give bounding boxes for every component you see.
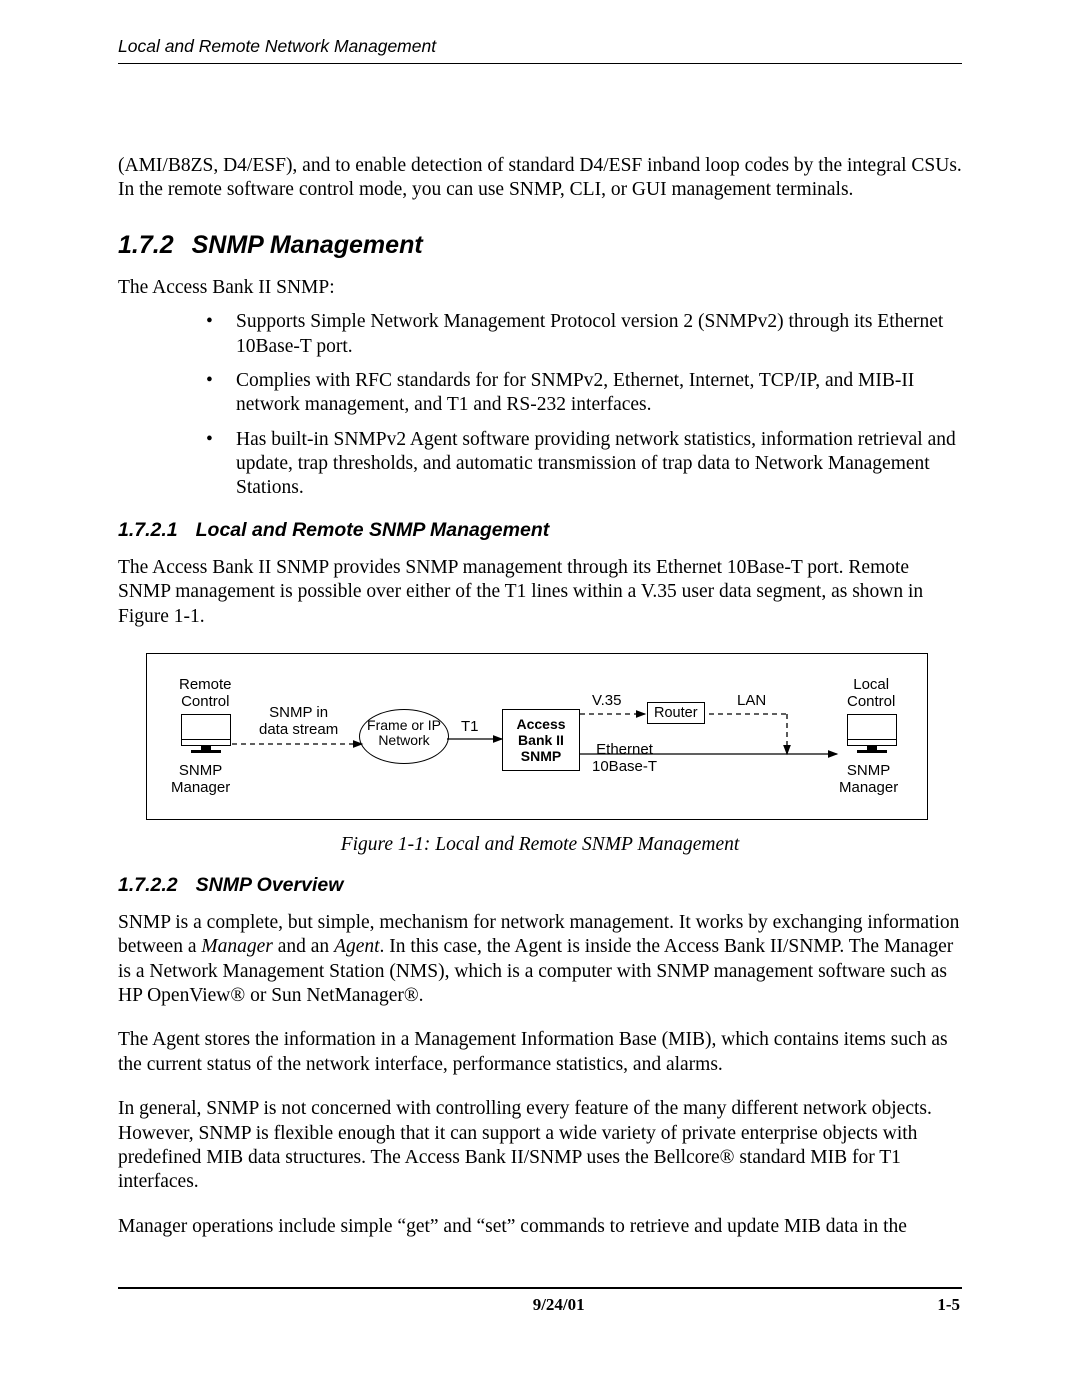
list-item: Has built-in SNMPv2 Agent software provi… (206, 428, 962, 501)
heading-text: SNMP Management (192, 231, 423, 259)
figure-1-1: Remote Control SNMP Manager SNMP in data… (146, 653, 928, 820)
section-lead: The Access Bank II SNMP: (118, 276, 962, 300)
overview-p3: In general, SNMP is not concerned with c… (118, 1097, 962, 1195)
running-header: Local and Remote Network Management (118, 36, 962, 57)
bullet-list: Supports Simple Network Management Proto… (118, 310, 962, 501)
emphasis: Manager (201, 936, 273, 957)
list-item: Supports Simple Network Management Proto… (206, 310, 962, 359)
page-footer: 9/24/01 1-5 (118, 1289, 962, 1345)
emphasis: Agent (334, 936, 379, 957)
overview-p4: Manager operations include simple “get” … (118, 1215, 962, 1239)
figure-label-lan: LAN (737, 692, 766, 709)
figure-label-snmp-in: SNMP in data stream (259, 704, 338, 739)
footer-page-number: 1-5 (937, 1295, 960, 1315)
figure-label-local-control: Local Control (847, 676, 895, 711)
heading-number: 1.7.2.1 (118, 519, 196, 542)
heading-number: 1.7.2.2 (118, 874, 196, 897)
overview-p2: The Agent stores the information in a Ma… (118, 1028, 962, 1077)
heading-number: 1.7.2 (118, 231, 192, 260)
monitor-icon (181, 714, 231, 753)
figure-label-snmp-manager-right: SNMP Manager (839, 762, 898, 797)
figure-label-snmp-manager-left: SNMP Manager (171, 762, 230, 797)
heading-1-7-2-2: 1.7.2.2SNMP Overview (118, 874, 962, 897)
text-run: and an (273, 936, 334, 957)
footer-date: 9/24/01 (180, 1295, 937, 1315)
header-rule (118, 63, 962, 64)
device-box: Access Bank II SNMP (502, 709, 580, 771)
heading-1-7-2: 1.7.2SNMP Management (118, 231, 962, 260)
heading-1-7-2-1: 1.7.2.1Local and Remote SNMP Management (118, 519, 962, 542)
cloud-icon: Frame or IP Network (359, 709, 449, 764)
heading-text: Local and Remote SNMP Management (196, 519, 550, 541)
figure-label-v35: V.35 (592, 692, 621, 709)
figure-label-t1: T1 (461, 718, 479, 735)
router-box: Router (647, 702, 705, 724)
list-item: Complies with RFC standards for for SNMP… (206, 369, 962, 418)
heading-text: SNMP Overview (196, 874, 344, 896)
section-paragraph: The Access Bank II SNMP provides SNMP ma… (118, 556, 962, 629)
figure-caption: Figure 1-1: Local and Remote SNMP Manage… (118, 834, 962, 856)
intro-paragraph: (AMI/B8ZS, D4/ESF), and to enable detect… (118, 154, 962, 203)
overview-p1: SNMP is a complete, but simple, mechanis… (118, 911, 962, 1009)
monitor-icon (847, 714, 897, 753)
figure-label-ethernet: Ethernet 10Base-T (592, 741, 657, 776)
figure-label-remote-control: Remote Control (179, 676, 232, 711)
